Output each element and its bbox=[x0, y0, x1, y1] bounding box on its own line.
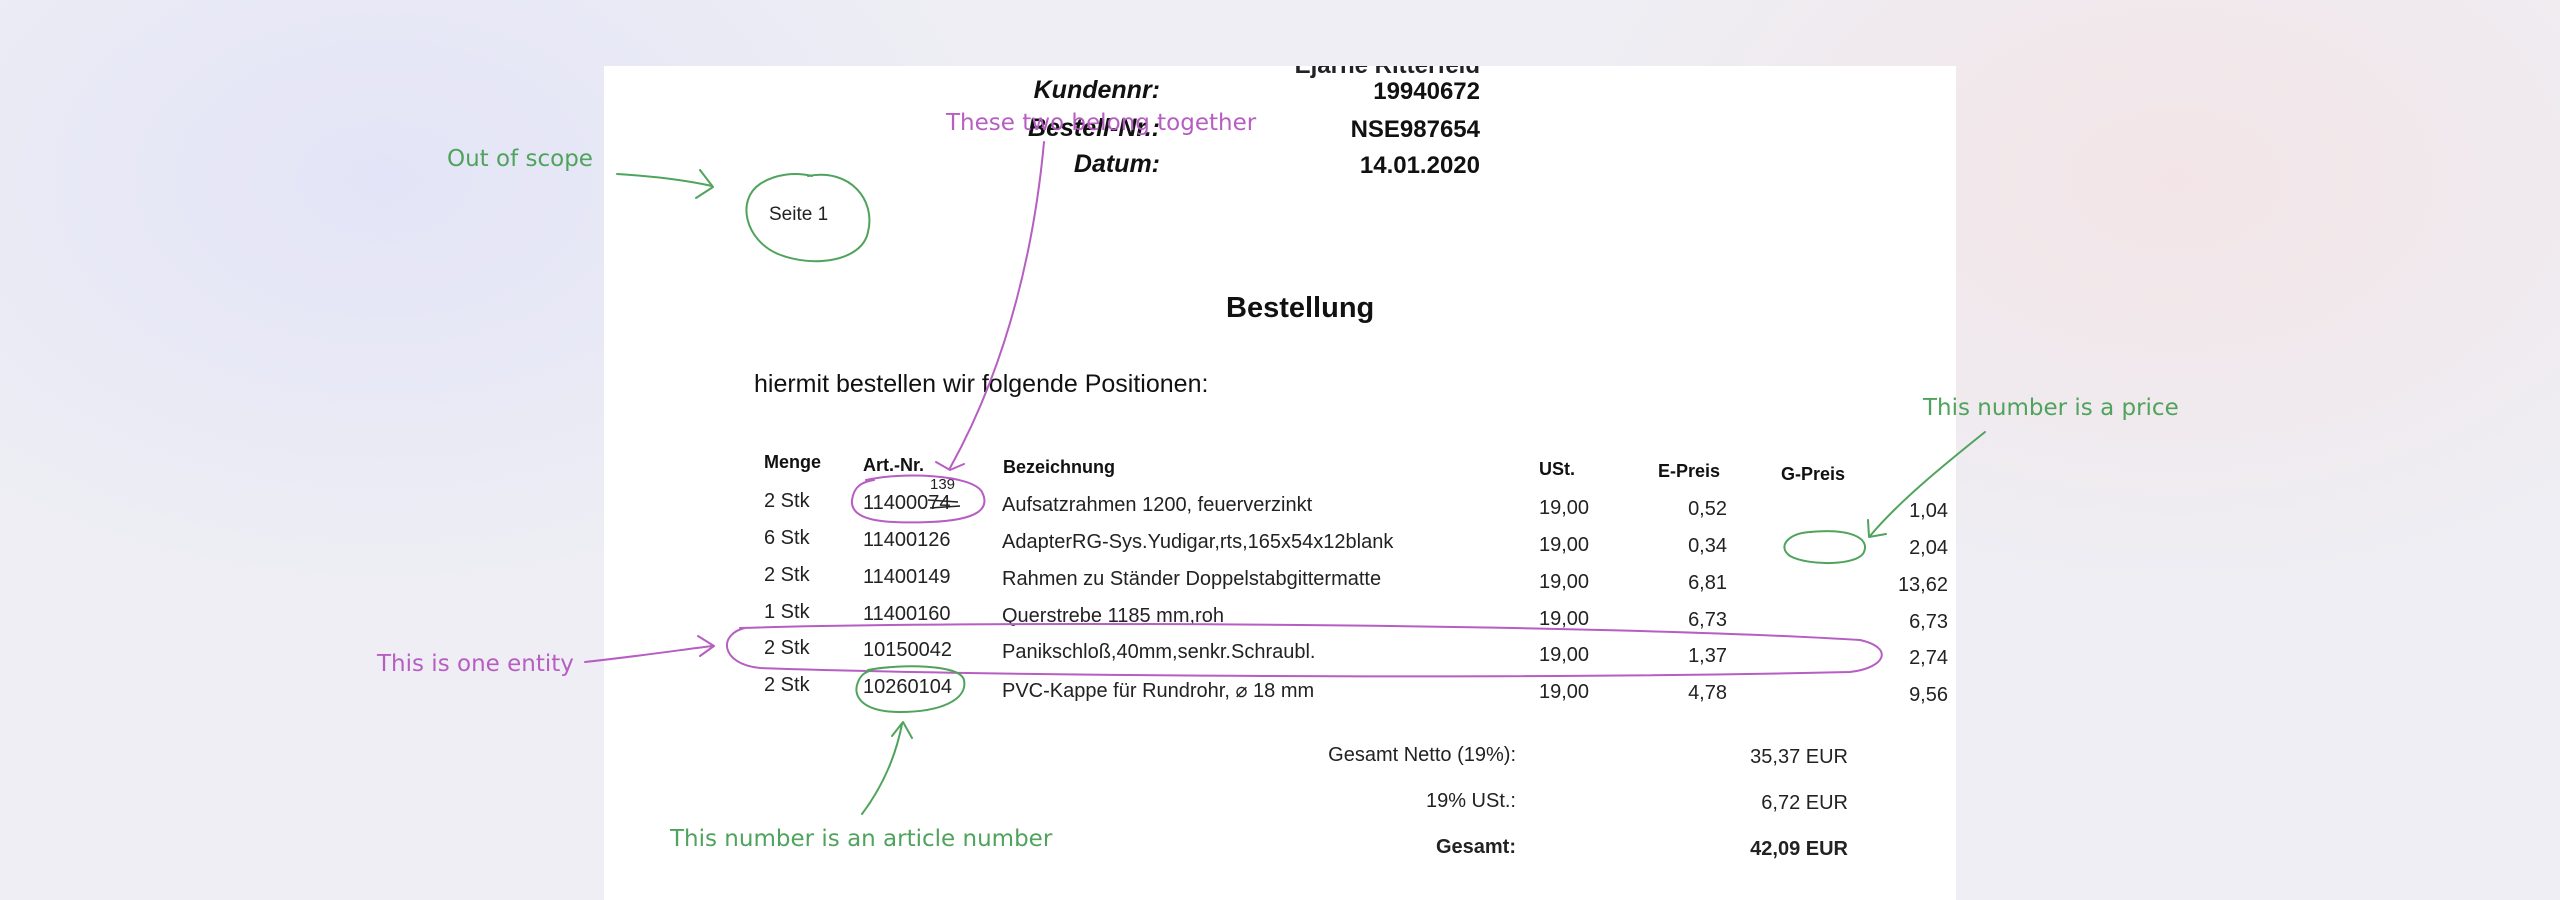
grand-total-label: Gesamt: bbox=[1435, 836, 1516, 858]
row-article-number: 11400074 bbox=[863, 492, 951, 514]
annotation-belong-together: These two belong together bbox=[946, 110, 1257, 136]
row-total-price: 2,74 bbox=[1909, 647, 1948, 669]
row-article-number: 11400149 bbox=[863, 566, 951, 588]
row-quantity: 2 Stk bbox=[764, 490, 810, 512]
total-net-label: Gesamt Netto (19%): bbox=[1328, 744, 1516, 766]
page-number: Seite 1 bbox=[769, 204, 829, 225]
row-article-number: 10150042 bbox=[863, 639, 952, 661]
annotation-one-entity: This is one entity bbox=[377, 651, 574, 677]
col-header-ust: USt. bbox=[1539, 459, 1575, 479]
document-title: Bestellung bbox=[1226, 292, 1375, 324]
row-total-price: 9,56 bbox=[1909, 684, 1948, 706]
total-net-value: 35,37 EUR bbox=[1750, 746, 1848, 768]
date-value: 14.01.2020 bbox=[1359, 152, 1480, 179]
row-description: AdapterRG-Sys.Yudigar,rts,165x54x12blank bbox=[1002, 531, 1394, 553]
annotation-article-number: This number is an article number bbox=[670, 826, 1053, 852]
col-header-epreis: E-Preis bbox=[1658, 461, 1721, 481]
row-article-number: 11400126 bbox=[863, 529, 951, 551]
col-header-menge: Menge bbox=[764, 452, 822, 472]
row-article-number: 10260104 bbox=[863, 676, 952, 698]
col-header-gpreis: G-Preis bbox=[1781, 464, 1846, 484]
customer-number-label: Kundennr: bbox=[1033, 76, 1160, 104]
row-vat: 19,00 bbox=[1539, 608, 1590, 630]
row-description: Rahmen zu Ständer Doppelstabgittermatte bbox=[1002, 568, 1382, 590]
row-vat: 19,00 bbox=[1539, 534, 1590, 556]
row-description: Aufsatzrahmen 1200, feuerverzinkt bbox=[1002, 494, 1313, 516]
vat-total-label: 19% USt.: bbox=[1425, 790, 1516, 812]
row-quantity: 1 Stk bbox=[764, 601, 810, 623]
row-description: PVC-Kappe für Rundrohr, ⌀ 18 mm bbox=[1002, 680, 1315, 702]
col-header-bezeichnung: Bezeichnung bbox=[1003, 457, 1116, 477]
row-vat: 19,00 bbox=[1539, 644, 1590, 666]
row-vat: 19,00 bbox=[1539, 571, 1590, 593]
vat-total-value: 6,72 EUR bbox=[1761, 792, 1848, 814]
row-article-number: 11400160 bbox=[863, 603, 951, 625]
row-description: Querstrebe 1185 mm,roh bbox=[1002, 605, 1224, 627]
grand-total-value: 42,09 EUR bbox=[1750, 838, 1848, 860]
row-quantity: 2 Stk bbox=[764, 637, 810, 659]
handwritten-correction: 139 bbox=[930, 476, 956, 493]
customer-number-value: 19940672 bbox=[1373, 78, 1480, 105]
row-total-price: 13,62 bbox=[1897, 574, 1948, 596]
row-quantity: 2 Stk bbox=[764, 674, 810, 696]
annotation-out-of-scope: Out of scope bbox=[447, 146, 593, 172]
row-vat: 19,00 bbox=[1539, 681, 1590, 703]
row-quantity: 6 Stk bbox=[764, 527, 810, 549]
row-vat: 19,00 bbox=[1539, 497, 1590, 519]
row-quantity: 2 Stk bbox=[764, 564, 810, 586]
row-total-price: 6,73 bbox=[1909, 611, 1948, 633]
annotation-price: This number is a price bbox=[1923, 395, 2179, 421]
row-total-price: 1,04 bbox=[1909, 500, 1948, 522]
row-total-price: 2,04 bbox=[1909, 537, 1948, 559]
row-description: Panikschloß,40mm,senkr.Schraubl. bbox=[1002, 641, 1316, 663]
order-document: Ejarne Ritterfeld Kundennr: 19940672 Bes… bbox=[604, 66, 1956, 900]
intro-text: hiermit bestellen wir folgende Positione… bbox=[754, 370, 1209, 398]
col-header-artnr: Art.-Nr. bbox=[863, 455, 925, 475]
date-label: Datum: bbox=[1073, 150, 1160, 178]
